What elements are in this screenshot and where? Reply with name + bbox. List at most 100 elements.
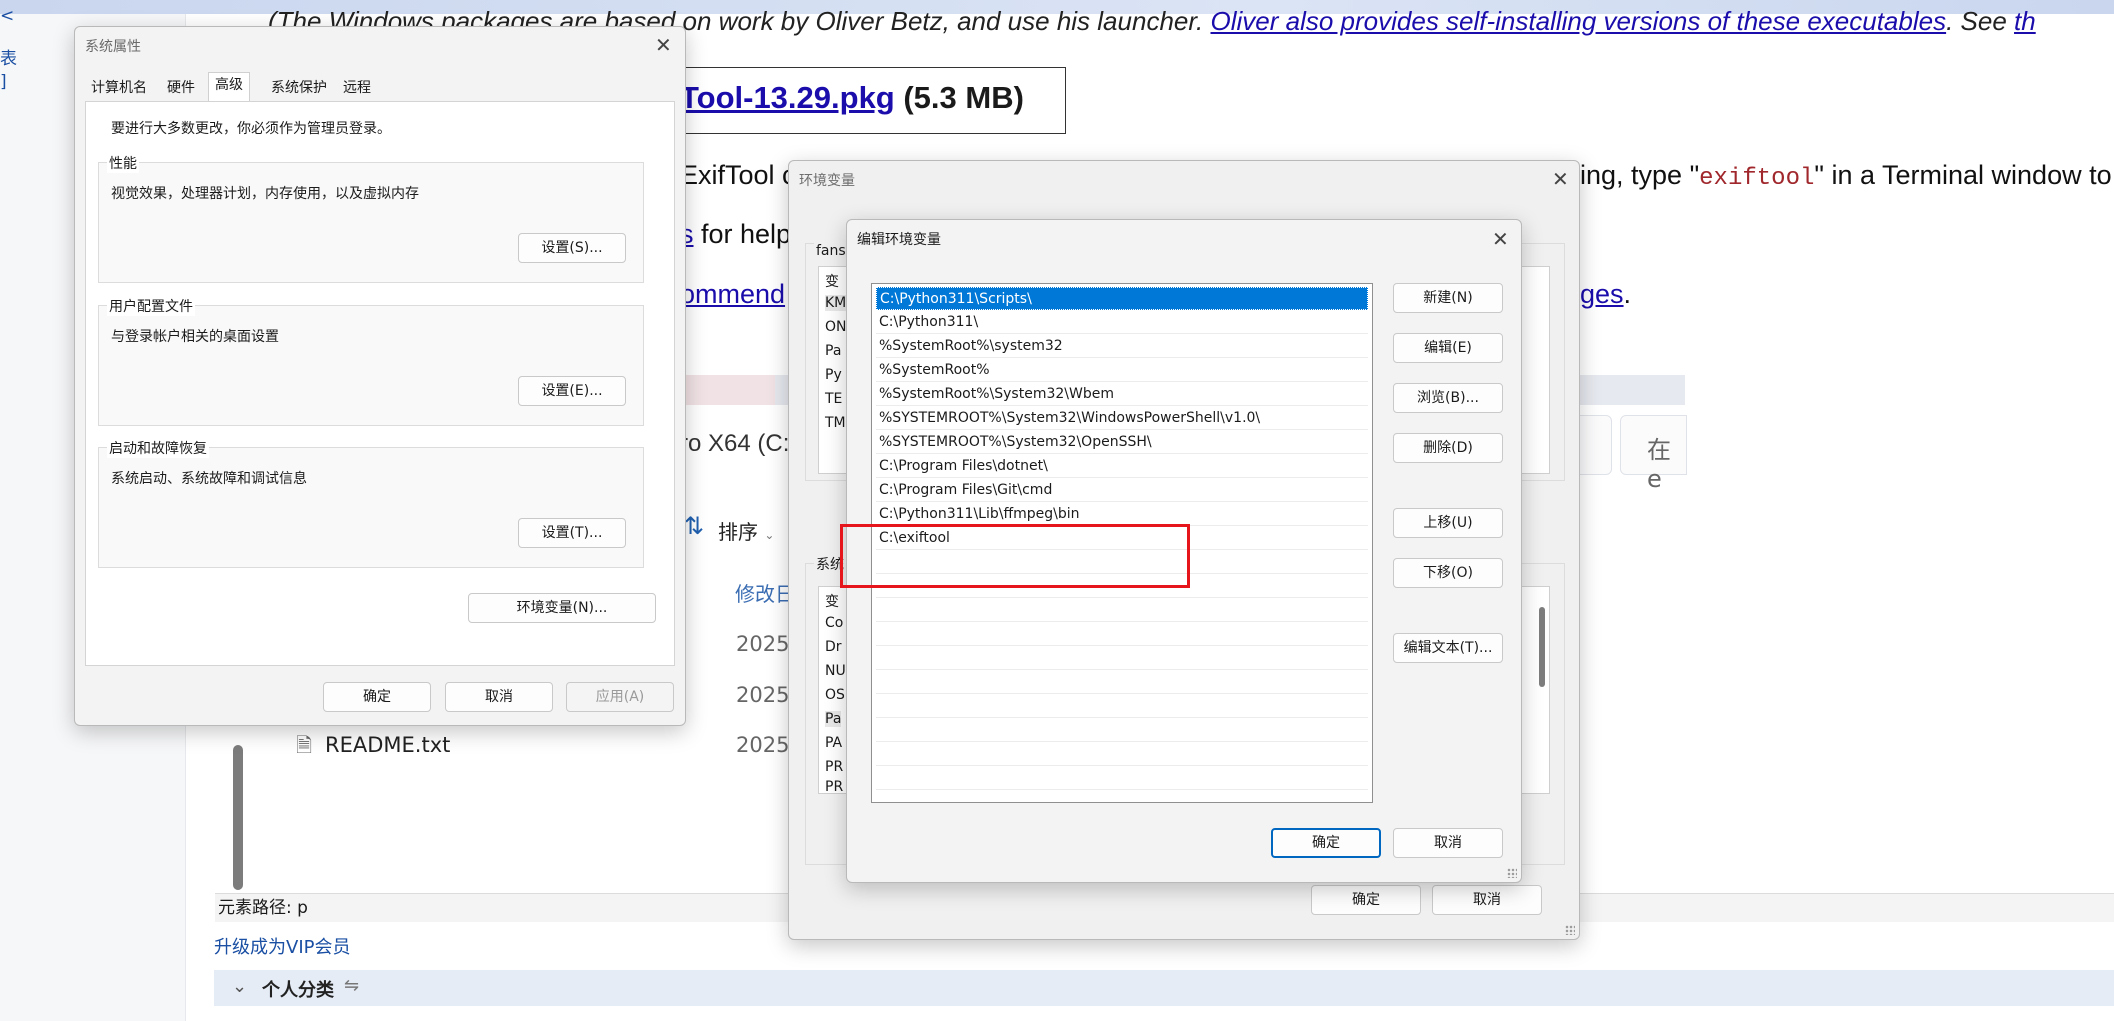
startup-recovery-desc: 系统启动、系统故障和调试信息	[111, 471, 307, 487]
system-var-row[interactable]: Co	[825, 615, 843, 631]
packages-link[interactable]: ges	[1580, 279, 1624, 309]
vip-upgrade-link[interactable]: 升级成为VIP会员	[214, 933, 350, 959]
startup-recovery-title: 启动和故障恢复	[107, 438, 209, 458]
cancel-button[interactable]: 取消	[1432, 885, 1542, 915]
tab-system-protection[interactable]: 系统保护	[265, 76, 333, 100]
system-var-row[interactable]: 变	[825, 591, 839, 611]
recommend-link[interactable]: ommend	[680, 279, 785, 309]
category-label: 个人分类	[262, 980, 334, 1001]
ok-button[interactable]: 确定	[323, 682, 431, 712]
swap-icon[interactable]: ⇋	[344, 975, 359, 996]
performance-group: 性能 视觉效果，处理器计划，内存使用，以及虚拟内存 设置(S)...	[98, 153, 644, 283]
system-variables-scrollbar[interactable]	[1539, 607, 1545, 687]
system-var-row[interactable]: OS	[825, 687, 845, 703]
close-icon[interactable]: ✕	[1492, 229, 1509, 249]
system-var-row[interactable]: Pa	[825, 711, 842, 727]
sidebar-text-1[interactable]: <	[0, 6, 14, 26]
ok-button[interactable]: 确定	[1311, 885, 1421, 915]
browse-button[interactable]: 浏览(B)...	[1393, 383, 1503, 413]
user-var-row[interactable]: ON	[825, 319, 847, 335]
path-entry[interactable]: %SystemRoot%	[876, 359, 1368, 382]
sidebar-text-2[interactable]: 表	[0, 44, 17, 69]
cancel-button[interactable]: 取消	[1393, 828, 1503, 858]
oliver-installer-link[interactable]: Oliver also provides self-installing ver…	[1211, 6, 1947, 36]
explorer-scrollbar[interactable]	[233, 745, 243, 890]
system-var-row[interactable]: PR	[825, 779, 843, 795]
system-properties-dialog: 系统属性 ✕ 计算机名 硬件 高级 系统保护 远程 要进行大多数更改，你必须作为…	[74, 26, 686, 726]
empty-path-slot[interactable]	[876, 695, 1368, 718]
resize-grip-icon[interactable]	[1565, 925, 1575, 935]
edit-text-button[interactable]: 编辑文本(T)...	[1393, 633, 1503, 663]
advanced-tab-panel: 要进行大多数更改，你必须作为管理员登录。 性能 视觉效果，处理器计划，内存使用，…	[85, 101, 675, 666]
tab-computer-name[interactable]: 计算机名	[85, 76, 153, 100]
path-entry[interactable]: C:\Python311\Scripts\	[876, 287, 1368, 310]
system-var-row[interactable]: PA	[825, 735, 842, 751]
path-entry[interactable]: %SystemRoot%\System32\Wbem	[876, 383, 1368, 406]
user-var-row[interactable]: KM	[825, 295, 847, 311]
cancel-button[interactable]: 取消	[445, 682, 553, 712]
tab-advanced[interactable]: 高级	[208, 72, 250, 102]
delete-button[interactable]: 删除(D)	[1393, 433, 1503, 463]
startup-recovery-group: 启动和故障恢复 系统启动、系统故障和调试信息 设置(T)...	[98, 438, 644, 568]
double-chevron-down-icon[interactable]: ⌄	[232, 976, 247, 997]
user-profile-settings-button[interactable]: 设置(E)...	[518, 376, 626, 406]
empty-path-slot[interactable]	[876, 743, 1368, 766]
search-box[interactable]: 在 e	[1620, 415, 1687, 493]
web-line-1-suffix: ing, type "exiftool" in a Terminal windo…	[1580, 160, 2112, 192]
new-button[interactable]: 新建(N)	[1393, 283, 1503, 313]
move-down-button[interactable]: 下移(O)	[1393, 558, 1503, 588]
path-entry[interactable]: C:\Program Files\dotnet\	[876, 455, 1368, 478]
path-entry[interactable]: %SystemRoot%\system32	[876, 335, 1368, 358]
environment-variables-button[interactable]: 环境变量(N)...	[468, 593, 656, 623]
user-profile-group: 用户配置文件 与登录帐户相关的桌面设置 设置(E)...	[98, 296, 644, 426]
pkg-download-link[interactable]: Tool-13.29.pkg	[680, 80, 895, 115]
system-var-row[interactable]: PR	[825, 759, 843, 775]
system-var-row[interactable]: NU	[825, 663, 846, 679]
user-var-row[interactable]: Pa	[825, 343, 841, 359]
startup-settings-button[interactable]: 设置(T)...	[518, 518, 626, 548]
personal-category-bar[interactable]: ⌄ 个人分类 ⇋	[214, 970, 2114, 1006]
intro-suffix: . See	[1946, 6, 2015, 36]
drive-label: ro X64 (C:)	[680, 430, 798, 457]
edit-button[interactable]: 编辑(E)	[1393, 333, 1503, 363]
system-var-row[interactable]: Dr	[825, 639, 842, 655]
close-icon[interactable]: ✕	[1552, 169, 1569, 189]
performance-title: 性能	[107, 153, 139, 173]
path-entry[interactable]: C:\Program Files\Git\cmd	[876, 479, 1368, 502]
exiftool-highlight-box	[840, 524, 1190, 588]
apply-button[interactable]: 应用(A)	[566, 682, 674, 712]
close-icon[interactable]: ✕	[655, 35, 672, 55]
tab-remote[interactable]: 远程	[337, 76, 377, 100]
path-entry[interactable]: C:\Python311\Lib\ffmpeg\bin	[876, 503, 1368, 526]
ok-button[interactable]: 确定	[1271, 828, 1381, 858]
explorer-active-tab[interactable]	[680, 375, 775, 405]
sort-arrows-icon[interactable]: ⇅	[684, 512, 704, 540]
search-placeholder: 在 e	[1647, 436, 1671, 493]
empty-path-slot[interactable]	[876, 719, 1368, 742]
web-line-1-prefix: ExifTool c	[680, 160, 796, 190]
user-var-row[interactable]: TE	[825, 391, 842, 407]
tab-hardware[interactable]: 硬件	[161, 76, 201, 100]
resize-grip-icon[interactable]	[1507, 868, 1517, 878]
user-var-row[interactable]: 变	[825, 271, 839, 291]
user-var-row[interactable]: Py	[825, 367, 842, 383]
path-entry[interactable]: C:\Python311\	[876, 311, 1368, 334]
performance-settings-button[interactable]: 设置(S)...	[518, 233, 626, 263]
intro-tail-link[interactable]: th	[2014, 6, 2036, 36]
user-profile-title: 用户配置文件	[107, 296, 195, 316]
empty-path-slot[interactable]	[876, 671, 1368, 694]
admin-notice: 要进行大多数更改，你必须作为管理员登录。	[111, 121, 391, 137]
empty-path-slot[interactable]	[876, 599, 1368, 622]
modified-date-header[interactable]: 修改日	[735, 578, 795, 607]
empty-path-slot[interactable]	[876, 647, 1368, 670]
path-entry[interactable]: %SYSTEMROOT%\System32\OpenSSH\	[876, 431, 1368, 454]
readme-file[interactable]: README.txt	[325, 733, 450, 757]
empty-path-slot[interactable]	[876, 623, 1368, 646]
path-entry[interactable]: %SYSTEMROOT%\System32\WindowsPowerShell\…	[876, 407, 1368, 430]
move-up-button[interactable]: 上移(U)	[1393, 508, 1503, 538]
sidebar-text-3[interactable]: ]	[0, 72, 7, 92]
user-var-row[interactable]: TM	[825, 415, 846, 431]
empty-path-slot[interactable]	[876, 767, 1368, 790]
dialog-title: 编辑环境变量	[857, 232, 941, 248]
sort-button[interactable]: 排序 ⌄	[718, 516, 774, 545]
